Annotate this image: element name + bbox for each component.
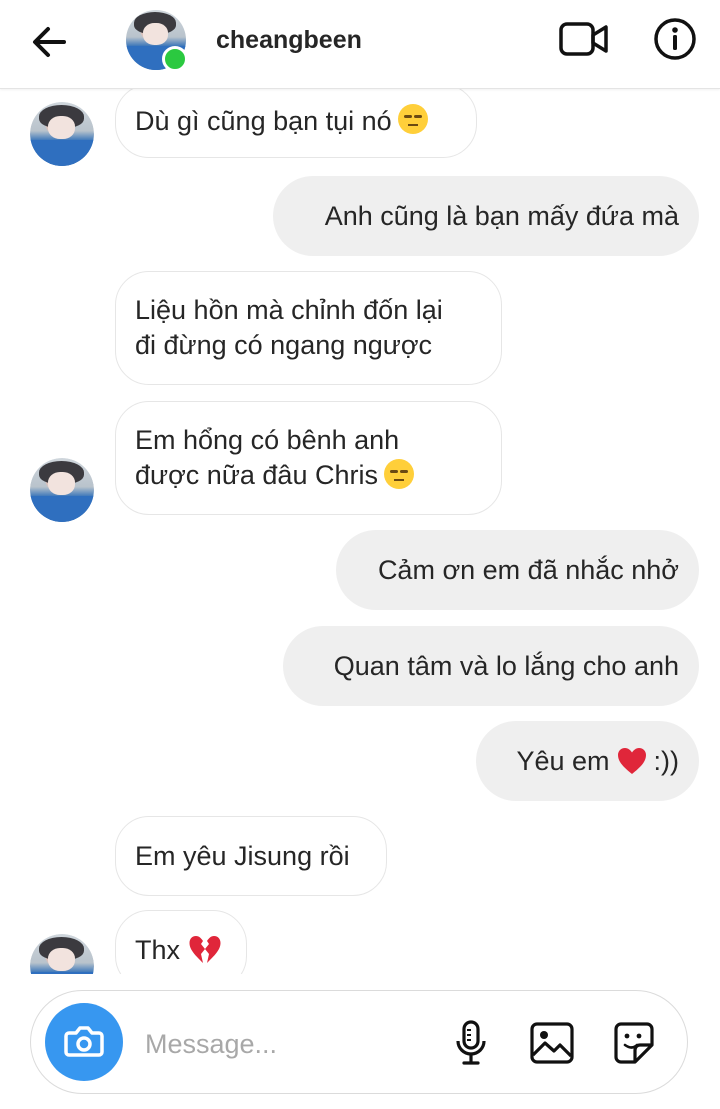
info-icon xyxy=(654,18,696,60)
message-thread[interactable]: Dù gì cũng bạn tụi nó Anh cũng là bạn mấ… xyxy=(0,88,720,974)
broken-heart-icon xyxy=(189,936,221,963)
red-heart-icon xyxy=(617,748,646,774)
camera-button[interactable] xyxy=(45,1003,123,1081)
unamused-face-icon xyxy=(383,458,414,489)
message-text: Em yêu Jisung rồi xyxy=(135,840,350,871)
sender-avatar[interactable] xyxy=(30,458,94,522)
message-text: Quan tâm và lo lắng cho anh xyxy=(333,650,679,681)
message-text: Anh cũng là bạn mấy đứa mà xyxy=(324,200,679,231)
sender-avatar[interactable] xyxy=(30,102,94,166)
voice-message-button[interactable] xyxy=(453,1019,489,1067)
incoming-message[interactable]: Liệu hồn mà chỉnh đốn lại đi đừng có nga… xyxy=(115,271,502,385)
online-status-indicator xyxy=(162,46,188,72)
chat-header: cheangbeen xyxy=(0,0,720,89)
gallery-button[interactable] xyxy=(529,1021,575,1065)
message-text: Dù gì cũng bạn tụi nó xyxy=(135,105,392,136)
incoming-message[interactable]: Em yêu Jisung rồi xyxy=(115,816,387,896)
outgoing-message[interactable]: Cảm ơn em đã nhắc nhở xyxy=(336,530,699,610)
message-input[interactable] xyxy=(143,1021,427,1067)
conversation-info-button[interactable] xyxy=(652,16,698,62)
outgoing-message[interactable]: Quan tâm và lo lắng cho anh xyxy=(283,626,699,706)
back-button[interactable] xyxy=(28,22,72,62)
outgoing-message[interactable]: Yêu em :)) xyxy=(476,721,699,801)
contact-avatar[interactable] xyxy=(126,10,188,72)
unamused-face-icon xyxy=(397,104,428,134)
message-text: Cảm ơn em đã nhắc nhở xyxy=(377,554,679,585)
arrow-left-icon xyxy=(33,27,66,57)
avatar-image xyxy=(30,934,94,974)
message-text: Yêu em xyxy=(516,745,610,776)
message-composer xyxy=(30,990,688,1094)
microphone-icon xyxy=(456,1020,486,1065)
contact-username[interactable]: cheangbeen xyxy=(216,26,362,55)
outgoing-message[interactable]: Anh cũng là bạn mấy đứa mà xyxy=(273,176,699,256)
video-camera-icon xyxy=(559,22,608,56)
camera-icon xyxy=(64,1026,104,1057)
message-line: được nữa đâu Chris xyxy=(135,460,378,490)
sticker-button[interactable] xyxy=(611,1021,657,1065)
sender-avatar[interactable] xyxy=(30,934,94,974)
incoming-message[interactable]: Dù gì cũng bạn tụi nó xyxy=(115,88,477,158)
incoming-message[interactable]: Em hổng có bênh anh được nữa đâu Chris xyxy=(115,401,502,515)
image-icon xyxy=(530,1022,574,1064)
message-suffix: :)) xyxy=(653,745,679,776)
message-line: Em hổng có bênh anh xyxy=(135,425,400,455)
incoming-message[interactable]: Thx xyxy=(115,910,247,974)
avatar-image xyxy=(30,458,94,522)
avatar-image xyxy=(30,102,94,166)
video-call-button[interactable] xyxy=(558,20,610,60)
message-line: Liệu hồn mà chỉnh đốn lại xyxy=(135,295,443,325)
message-line: đi đừng có ngang ngược xyxy=(135,330,433,360)
message-line-with-emoji: được nữa đâu Chris xyxy=(135,458,414,493)
sticker-icon xyxy=(614,1022,654,1064)
message-text: Thx xyxy=(135,934,181,965)
